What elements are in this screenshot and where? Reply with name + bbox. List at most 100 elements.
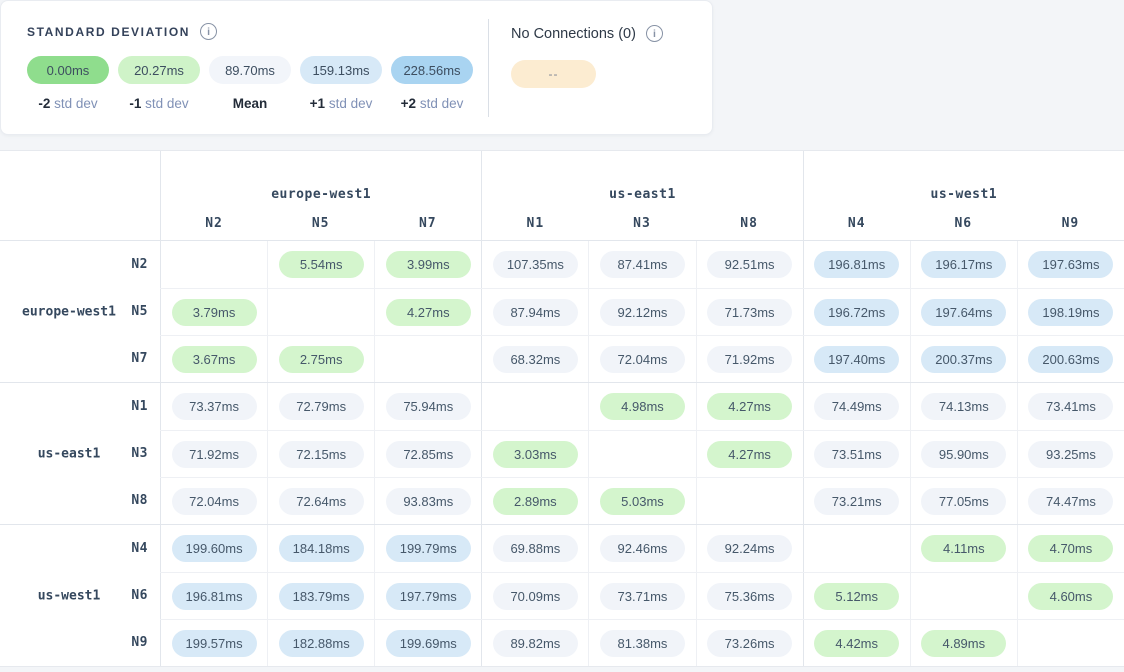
latency-cell-N5-N7[interactable]: 4.27ms [374,289,481,335]
latency-cell-N6-N8[interactable]: 75.36ms [696,573,803,619]
latency-cell-N4-N4[interactable] [803,525,910,572]
latency-cell-N9-N2[interactable]: 199.57ms [160,620,267,666]
latency-cell-N3-N9[interactable]: 93.25ms [1017,431,1124,477]
latency-cell-N6-N2[interactable]: 196.81ms [160,573,267,619]
latency-cell-N4-N2[interactable]: 199.60ms [160,525,267,572]
latency-cell-N5-N8[interactable]: 71.73ms [696,289,803,335]
latency-cell-N4-N5[interactable]: 184.18ms [267,525,374,572]
latency-cell-N6-N1[interactable]: 70.09ms [481,573,588,619]
latency-cell-N5-N6[interactable]: 197.64ms [910,289,1017,335]
latency-cell-N7-N9[interactable]: 200.63ms [1017,336,1124,382]
latency-cell-N7-N3[interactable]: 72.04ms [588,336,695,382]
legend-panel: STANDARD DEVIATION 0.00ms20.27ms89.70ms1… [0,0,713,135]
latency-pill: 197.64ms [921,299,1006,326]
latency-cell-N9-N8[interactable]: 73.26ms [696,620,803,666]
latency-cell-N8-N2[interactable]: 72.04ms [160,478,267,524]
legend-pill: 228.56ms [391,56,473,84]
latency-cell-N4-N3[interactable]: 92.46ms [588,525,695,572]
latency-cell-N5-N1[interactable]: 87.94ms [481,289,588,335]
latency-cell-N8-N6[interactable]: 77.05ms [910,478,1017,524]
latency-pill: 75.94ms [386,393,471,420]
latency-pill: 3.03ms [493,441,578,468]
latency-cell-N3-N1[interactable]: 3.03ms [481,431,588,477]
latency-cell-N8-N8[interactable] [696,478,803,524]
latency-pill: 107.35ms [493,251,578,278]
latency-cell-N6-N6[interactable] [910,573,1017,619]
latency-cell-N2-N8[interactable]: 92.51ms [696,241,803,288]
info-icon[interactable] [646,25,663,42]
latency-cell-N2-N1[interactable]: 107.35ms [481,241,588,288]
latency-cell-N8-N9[interactable]: 74.47ms [1017,478,1124,524]
latency-cell-N6-N3[interactable]: 73.71ms [588,573,695,619]
latency-cell-N3-N2[interactable]: 71.92ms [160,431,267,477]
latency-cell-N4-N1[interactable]: 69.88ms [481,525,588,572]
latency-cell-N1-N5[interactable]: 72.79ms [267,383,374,430]
latency-cell-N5-N4[interactable]: 196.72ms [803,289,910,335]
latency-cell-N2-N2[interactable] [160,241,267,288]
latency-cell-N6-N7[interactable]: 197.79ms [374,573,481,619]
latency-cell-N9-N7[interactable]: 199.69ms [374,620,481,666]
latency-cell-N6-N5[interactable]: 183.79ms [267,573,374,619]
latency-cell-N4-N8[interactable]: 92.24ms [696,525,803,572]
latency-cell-N3-N7[interactable]: 72.85ms [374,431,481,477]
latency-cell-N7-N1[interactable]: 68.32ms [481,336,588,382]
latency-pill: 73.71ms [600,583,685,610]
latency-cell-N3-N3[interactable] [588,431,695,477]
latency-cell-N6-N9[interactable]: 4.60ms [1017,573,1124,619]
row-node-label-N4: N4 [0,525,160,572]
latency-cell-N2-N7[interactable]: 3.99ms [374,241,481,288]
latency-cell-N1-N7[interactable]: 75.94ms [374,383,481,430]
legend-pill: 20.27ms [118,56,200,84]
latency-cell-N7-N4[interactable]: 197.40ms [803,336,910,382]
latency-pill: 73.51ms [814,441,899,468]
latency-cell-N3-N8[interactable]: 4.27ms [696,431,803,477]
latency-cell-N4-N7[interactable]: 199.79ms [374,525,481,572]
matrix-row-N4: 199.60ms 184.18ms199.79ms69.88ms92.46ms92… [160,525,1124,572]
latency-cell-N1-N2[interactable]: 73.37ms [160,383,267,430]
latency-cell-N2-N5[interactable]: 5.54ms [267,241,374,288]
latency-cell-N1-N3[interactable]: 4.98ms [588,383,695,430]
latency-cell-N3-N5[interactable]: 72.15ms [267,431,374,477]
latency-cell-N5-N9[interactable]: 198.19ms [1017,289,1124,335]
latency-pill: 5.54ms [279,251,364,278]
latency-cell-N8-N5[interactable]: 72.64ms [267,478,374,524]
latency-cell-N9-N4[interactable]: 4.42ms [803,620,910,666]
latency-pill: 68.32ms [493,346,578,373]
latency-cell-N7-N2[interactable]: 3.67ms [160,336,267,382]
matrix-row-N6: 196.81ms183.79ms197.79ms70.09ms 73.71ms 75… [160,572,1124,619]
latency-cell-N7-N7[interactable] [374,336,481,382]
latency-cell-N3-N4[interactable]: 73.51ms [803,431,910,477]
latency-cell-N1-N1[interactable] [481,383,588,430]
latency-cell-N2-N9[interactable]: 197.63ms [1017,241,1124,288]
latency-cell-N7-N8[interactable]: 71.92ms [696,336,803,382]
latency-cell-N8-N3[interactable]: 5.03ms [588,478,695,524]
latency-cell-N4-N9[interactable]: 4.70ms [1017,525,1124,572]
latency-cell-N3-N6[interactable]: 95.90ms [910,431,1017,477]
latency-cell-N2-N3[interactable]: 87.41ms [588,241,695,288]
latency-cell-N4-N6[interactable]: 4.11ms [910,525,1017,572]
info-icon[interactable] [200,23,217,40]
latency-cell-N9-N3[interactable]: 81.38ms [588,620,695,666]
latency-cell-N7-N6[interactable]: 200.37ms [910,336,1017,382]
latency-cell-N6-N4[interactable]: 5.12ms [803,573,910,619]
latency-cell-N8-N7[interactable]: 93.83ms [374,478,481,524]
latency-cell-N9-N9[interactable] [1017,620,1124,666]
latency-cell-N2-N4[interactable]: 196.81ms [803,241,910,288]
latency-cell-N5-N3[interactable]: 92.12ms [588,289,695,335]
latency-cell-N9-N6[interactable]: 4.89ms [910,620,1017,666]
latency-cell-N1-N9[interactable]: 73.41ms [1017,383,1124,430]
latency-cell-N1-N8[interactable]: 4.27ms [696,383,803,430]
latency-cell-N1-N6[interactable]: 74.13ms [910,383,1017,430]
latency-cell-N9-N5[interactable]: 182.88ms [267,620,374,666]
latency-pill: 199.60ms [172,535,257,562]
latency-cell-N1-N4[interactable]: 74.49ms [803,383,910,430]
latency-cell-N5-N5[interactable] [267,289,374,335]
latency-cell-N7-N5[interactable]: 2.75ms [267,336,374,382]
latency-cell-N5-N2[interactable]: 3.79ms [160,289,267,335]
latency-cell-N8-N4[interactable]: 73.21ms [803,478,910,524]
column-node-header-N2: N2 [160,206,267,240]
latency-cell-N2-N6[interactable]: 196.17ms [910,241,1017,288]
latency-pill: 2.89ms [493,488,578,515]
latency-cell-N9-N1[interactable]: 89.82ms [481,620,588,666]
latency-cell-N8-N1[interactable]: 2.89ms [481,478,588,524]
